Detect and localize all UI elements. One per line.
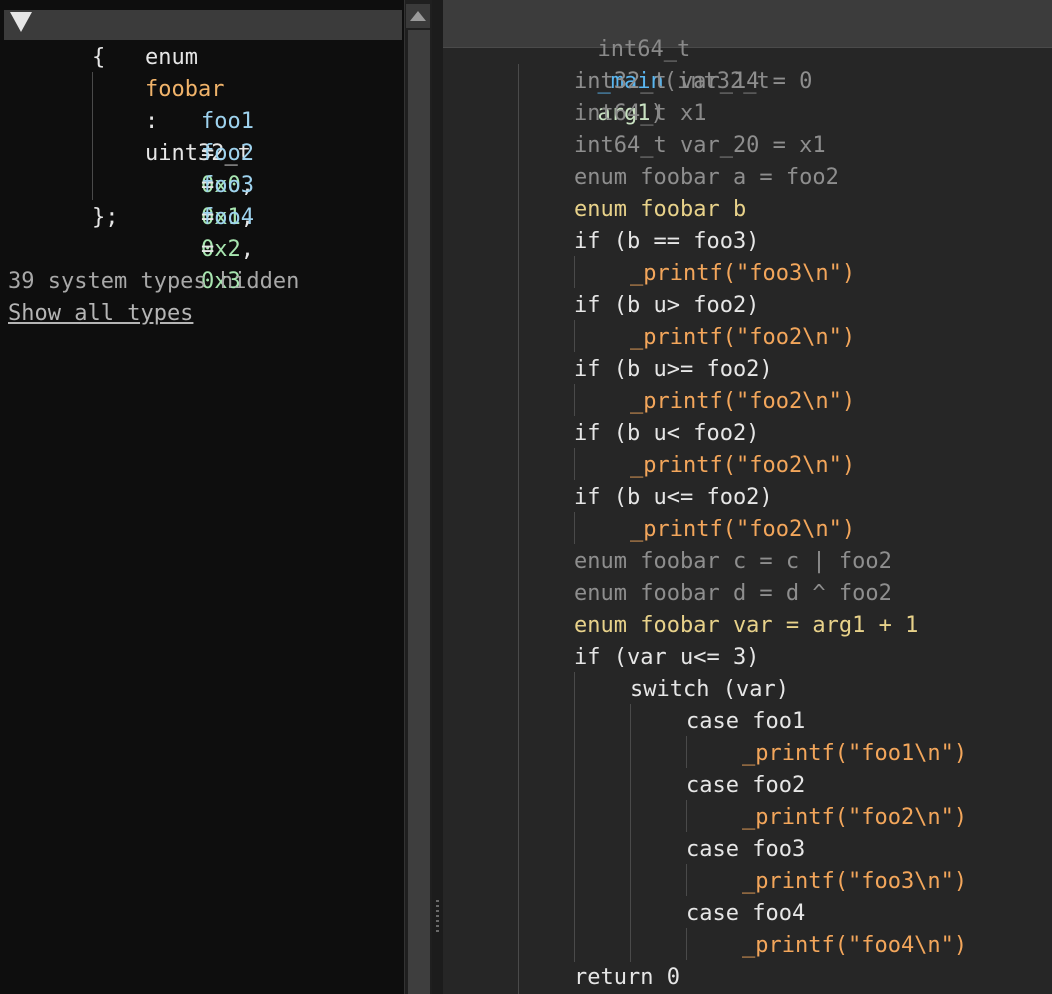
- code-line-text: int64_t x1: [574, 101, 707, 126]
- close-brace: };: [92, 205, 119, 230]
- code-line[interactable]: if (b u>= foo2): [574, 354, 773, 386]
- enum-member[interactable]: foo4 = 0x3: [148, 170, 254, 294]
- open-brace: {: [92, 45, 106, 70]
- code-line[interactable]: if (b u< foo2): [574, 418, 759, 450]
- code-line[interactable]: _printf("foo2\n"): [630, 386, 855, 418]
- enum-declaration[interactable]: enum foobar : uint32_t: [92, 10, 251, 166]
- enum-member[interactable]: foo2 = 0x1,: [148, 106, 254, 230]
- indent-guide: [574, 256, 575, 288]
- triangle-down-icon[interactable]: [10, 12, 32, 32]
- splitter-grip-icon[interactable]: [436, 900, 439, 934]
- function-header[interactable]: int64_t _main(int32_t arg1): [443, 0, 1052, 126]
- code-line[interactable]: case foo1: [686, 706, 805, 738]
- return-type: int64_t: [597, 37, 691, 62]
- indent-guide: [574, 384, 575, 416]
- code-line[interactable]: return 0: [574, 962, 680, 994]
- indent-guide: [686, 736, 687, 768]
- code-line[interactable]: enum foobar d = d ^ foo2: [574, 578, 892, 610]
- code-line[interactable]: _printf("foo3\n"): [630, 258, 855, 290]
- comma: ,: [240, 237, 254, 262]
- pane-splitter[interactable]: [432, 0, 443, 994]
- code-line[interactable]: int32_t var_14 = 0: [574, 66, 812, 98]
- code-line[interactable]: enum foobar b: [574, 194, 746, 226]
- code-line[interactable]: switch (var): [630, 674, 789, 706]
- code-line[interactable]: if (b == foo3): [574, 226, 759, 258]
- code-line[interactable]: if (b u<= foo2): [574, 482, 773, 514]
- code-line[interactable]: _printf("foo1\n"): [742, 738, 967, 770]
- code-line[interactable]: if (b u> foo2): [574, 290, 759, 322]
- scrollbar-thumb[interactable]: [408, 30, 430, 994]
- show-all-types-link[interactable]: Show all types: [8, 298, 193, 330]
- indent-guide: [686, 864, 687, 896]
- decompiled-code-panel[interactable]: int64_t _main(int32_t arg1) int32_t var_…: [443, 0, 1052, 994]
- indent-guide: [630, 704, 631, 962]
- types-panel[interactable]: enum foobar : uint32_t { foo1 = 0x0, foo…: [0, 0, 404, 994]
- indent-guide: [92, 72, 93, 200]
- code-line[interactable]: case foo4: [686, 898, 805, 930]
- code-line[interactable]: _printf("foo2\n"): [630, 322, 855, 354]
- member-name: foo4: [200, 205, 254, 230]
- enum-keyword: enum: [144, 45, 198, 70]
- code-line[interactable]: int64_t var_20 = x1: [574, 130, 826, 162]
- indent-guide: [574, 448, 575, 480]
- code-line[interactable]: _printf("foo3\n"): [742, 866, 967, 898]
- indent-guide: [574, 672, 575, 962]
- indent-guide: [574, 512, 575, 544]
- hidden-types-status: 39 system types hidden: [8, 269, 300, 294]
- code-line[interactable]: enum foobar var = arg1 + 1: [574, 610, 918, 642]
- code-line[interactable]: if (var u<= 3): [574, 642, 759, 674]
- equals: =: [200, 237, 215, 262]
- indent-guide: [686, 928, 687, 960]
- enum-member[interactable]: foo3 = 0x2,: [148, 138, 254, 262]
- code-line[interactable]: case foo3: [686, 834, 805, 866]
- scroll-up-arrow-icon[interactable]: [406, 4, 430, 28]
- code-line[interactable]: enum foobar a = foo2: [574, 162, 839, 194]
- code-line[interactable]: _printf("foo2\n"): [630, 450, 855, 482]
- code-line[interactable]: _printf("foo4\n"): [742, 930, 967, 962]
- code-line[interactable]: _printf("foo2\n"): [630, 514, 855, 546]
- indent-guide: [518, 64, 519, 994]
- enum-member[interactable]: foo1 = 0x0,: [148, 74, 254, 198]
- code-line[interactable]: enum foobar c = c | foo2: [574, 546, 892, 578]
- function-signature[interactable]: int64_t _main(int32_t arg1): [518, 2, 769, 126]
- code-line[interactable]: int64_t x1: [574, 98, 706, 130]
- indent-guide: [686, 800, 687, 832]
- code-line[interactable]: case foo2: [686, 770, 805, 802]
- code-line[interactable]: _printf("foo2\n"): [742, 802, 967, 834]
- indent-guide: [574, 320, 575, 352]
